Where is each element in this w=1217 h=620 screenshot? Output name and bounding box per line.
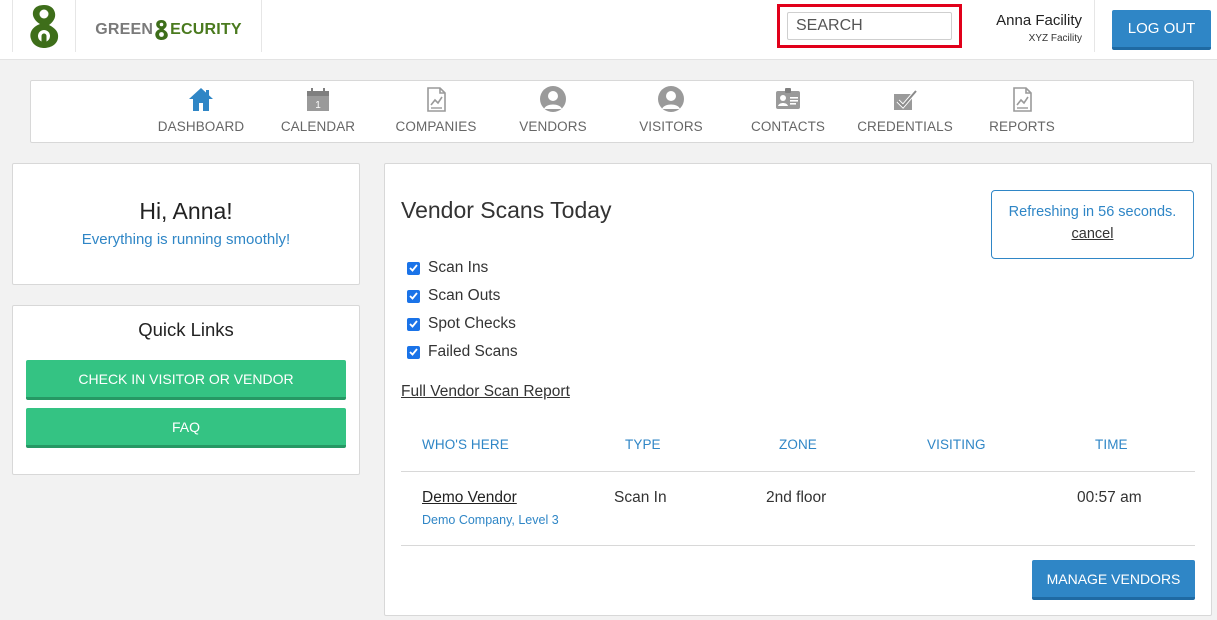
column-header-type[interactable]: TYPE [625, 437, 661, 452]
nav-label-vendors: VENDORS [519, 119, 587, 134]
top-header: GREEN ECURITY Anna Facility XYZ Facility… [0, 0, 1217, 60]
manage-vendors-button[interactable]: MANAGE VENDORS [1032, 560, 1195, 600]
search-input[interactable] [787, 12, 952, 40]
scan-filters: Scan Ins Scan Outs Spot Checks Failed Sc… [407, 254, 518, 366]
quick-links-title: Quick Links [138, 319, 234, 340]
nav-label-visitors: VISITORS [639, 119, 703, 134]
brand-name: GREEN ECURITY [76, 0, 262, 52]
keyhole-s-icon [155, 20, 168, 40]
logout-button[interactable]: LOG OUT [1112, 10, 1211, 50]
scan-time: 00:57 am [1077, 489, 1142, 506]
logo[interactable] [12, 0, 76, 52]
checkmark-icon [894, 89, 918, 110]
nav-label-credentials: CREDENTIALS [857, 119, 953, 134]
calendar-icon: 1 [307, 88, 329, 111]
filter-spot-checks[interactable]: Spot Checks [407, 310, 518, 338]
filter-label: Failed Scans [428, 343, 518, 360]
user-organization: XYZ Facility [1028, 33, 1082, 44]
keyhole-logo-icon [30, 5, 59, 48]
scan-zone: 2nd floor [766, 489, 827, 506]
greeting-panel: Hi, Anna! Everything is running smoothly… [12, 163, 360, 285]
filter-failed-scans[interactable]: Failed Scans [407, 338, 518, 366]
filter-label: Scan Outs [428, 287, 501, 304]
nav-item-companies[interactable]: COMPANIES [381, 85, 491, 134]
checkbox-checked[interactable] [407, 345, 420, 359]
quick-links-panel: Quick Links CHECK IN VISITOR OR VENDOR F… [12, 305, 360, 475]
id-card-icon [776, 88, 800, 109]
main-nav: DASHBOARD 1 CALENDAR COMPANIES VENDORS V… [30, 80, 1194, 143]
nav-label-contacts: CONTACTS [750, 119, 826, 134]
faq-button[interactable]: FAQ [26, 408, 346, 448]
person-icon [658, 86, 684, 112]
checkbox-checked[interactable] [407, 317, 420, 331]
nav-label-companies: COMPANIES [395, 119, 477, 134]
nav-label-dashboard: DASHBOARD [157, 119, 245, 134]
user-name: Anna Facility [996, 12, 1082, 29]
nav-item-vendors[interactable]: VENDORS [498, 85, 608, 134]
scan-type: Scan In [614, 489, 667, 506]
column-header-zone[interactable]: ZONE [779, 437, 817, 452]
person-icon [540, 86, 566, 112]
status-message: Everything is running smoothly! [81, 231, 291, 248]
nav-item-visitors[interactable]: VISITORS [616, 85, 726, 134]
checkbox-checked[interactable] [407, 289, 420, 303]
filter-scan-ins[interactable]: Scan Ins [407, 254, 518, 282]
column-header-visiting[interactable]: VISITING [927, 437, 986, 452]
vendor-scans-panel: Vendor Scans Today Refreshing in 56 seco… [384, 163, 1212, 616]
vendor-name-link[interactable]: Demo Vendor [422, 489, 517, 507]
nav-label-calendar: CALENDAR [280, 119, 356, 134]
table-header: WHO'S HERE TYPE ZONE VISITING TIME [401, 434, 1195, 472]
column-header-time[interactable]: TIME [1095, 437, 1128, 452]
svg-text:1: 1 [315, 100, 321, 111]
vendor-company: Demo Company, Level 3 [422, 513, 559, 527]
filter-scan-outs[interactable]: Scan Outs [407, 282, 518, 310]
home-icon [189, 88, 213, 111]
document-chart-icon [1013, 87, 1032, 112]
nav-item-calendar[interactable]: 1 CALENDAR [263, 85, 373, 134]
nav-label-reports: REPORTS [989, 119, 1055, 134]
cancel-refresh-link[interactable]: cancel [1072, 226, 1114, 242]
nav-item-credentials[interactable]: CREDENTIALS [850, 85, 960, 134]
nav-item-reports[interactable]: REPORTS [967, 85, 1077, 134]
filter-label: Spot Checks [428, 315, 516, 332]
brand-right-text: ECURITY [170, 21, 242, 38]
table-row: Demo Vendor Demo Company, Level 3 Scan I… [401, 472, 1195, 546]
refresh-notice: Refreshing in 56 seconds. cancel [991, 190, 1194, 259]
panel-title: Vendor Scans Today [401, 197, 612, 223]
user-info: Anna Facility XYZ Facility [972, 10, 1082, 46]
refresh-countdown: Refreshing in 56 seconds. [1008, 204, 1177, 220]
greeting-title: Hi, Anna! [139, 198, 233, 224]
full-report-link[interactable]: Full Vendor Scan Report [401, 383, 570, 401]
nav-item-dashboard[interactable]: DASHBOARD [146, 85, 256, 134]
check-in-button[interactable]: CHECK IN VISITOR OR VENDOR [26, 360, 346, 400]
column-header-whos-here[interactable]: WHO'S HERE [422, 437, 509, 452]
document-chart-icon [427, 87, 446, 112]
brand-left-text: GREEN [95, 21, 154, 38]
filter-label: Scan Ins [428, 259, 489, 276]
checkbox-checked[interactable] [407, 261, 420, 275]
nav-item-contacts[interactable]: CONTACTS [733, 85, 843, 134]
header-divider [1094, 0, 1095, 52]
